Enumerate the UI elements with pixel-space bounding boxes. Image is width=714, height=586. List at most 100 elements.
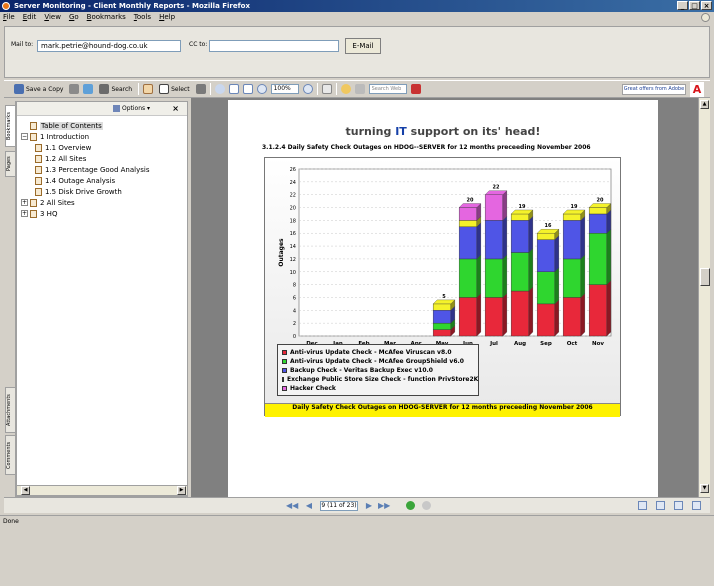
bar-total-label: 19 <box>519 204 526 210</box>
cloud-icon[interactable] <box>354 84 365 94</box>
bar-segment-side <box>580 216 585 260</box>
legend-swatch <box>282 350 287 355</box>
next-page-icon[interactable]: ▶ <box>364 501 374 511</box>
bookmark-item[interactable]: +3 HQ <box>21 208 181 219</box>
x-tick-label: Sep <box>540 341 552 347</box>
legend-swatch <box>282 359 287 364</box>
bookmark-item[interactable]: − 1 Introduction <box>21 131 181 142</box>
bookmark-item[interactable]: +2 All Sites <box>21 197 181 208</box>
scroll-right-arrow-icon[interactable]: ▶ <box>177 486 186 495</box>
actual-size-icon[interactable] <box>228 84 239 94</box>
y-tick-label: 10 <box>290 270 296 276</box>
tab-comments[interactable]: Comments <box>5 435 16 475</box>
bar-segment-side <box>528 216 533 253</box>
bar-segment <box>536 233 556 240</box>
activity-throbber-icon <box>701 13 710 22</box>
close-button[interactable]: × <box>701 1 712 10</box>
adobe-offers-link[interactable]: Great offers from Adobe <box>622 84 686 95</box>
select-label: Select <box>171 85 190 93</box>
bar-top <box>536 229 560 234</box>
continuous-facing-layout-icon[interactable] <box>692 501 701 510</box>
tab-attachments[interactable]: Attachments <box>5 387 16 433</box>
rotate-icon[interactable] <box>321 84 332 94</box>
bar-top <box>562 209 586 215</box>
close-pane-button[interactable]: × <box>172 104 179 113</box>
facing-layout-icon[interactable] <box>674 501 683 510</box>
bar-segment <box>536 271 556 305</box>
zoom-level-field[interactable]: 100% <box>270 84 299 94</box>
cc-input[interactable] <box>209 40 339 52</box>
go-back-icon[interactable] <box>406 501 415 510</box>
bookmark-item[interactable]: Table of Contents <box>21 120 181 131</box>
scroll-left-arrow-icon[interactable]: ◀ <box>21 486 30 495</box>
mail-to-input[interactable]: mark.petrie@hound-dog.co.uk <box>37 40 181 52</box>
window-controls: _ □ × <box>677 1 712 10</box>
smiley-icon[interactable] <box>340 84 351 94</box>
bookmark-item[interactable]: 1.4 Outage Analysis <box>21 175 181 186</box>
snapshot-icon[interactable] <box>195 84 206 94</box>
options-menu[interactable]: Options ▾ <box>122 105 150 112</box>
menu-view[interactable]: View <box>44 12 61 23</box>
menu-edit[interactable]: Edit <box>23 12 37 23</box>
fit-page-icon[interactable] <box>242 84 253 94</box>
bookmark-item[interactable]: 1.1 Overview <box>21 142 181 153</box>
zoom-in-icon[interactable] <box>302 84 313 94</box>
bar-segment-side <box>476 293 481 337</box>
bookmark-item[interactable]: 1.5 Disk Drive Growth <box>21 186 181 197</box>
bookmark-item[interactable]: 1.3 Percentage Good Analysis <box>21 164 181 175</box>
bookmarks-horizontal-scrollbar[interactable]: ◀ ▶ <box>16 485 188 496</box>
last-page-icon[interactable]: ▶▶ <box>378 501 390 511</box>
select-button[interactable]: Select <box>157 82 192 96</box>
legend-entry: Hacker Check <box>282 384 474 393</box>
save-copy-button[interactable]: Save a Copy <box>12 82 65 96</box>
scroll-down-arrow-icon[interactable]: ▼ <box>700 484 709 493</box>
search-web-input[interactable]: Search Web <box>368 84 407 94</box>
status-bar: Done <box>0 515 714 527</box>
hand-tool-icon[interactable] <box>143 84 154 94</box>
expand-toggle-icon[interactable]: − <box>21 133 28 140</box>
bookmark-icon <box>30 121 37 130</box>
email-icon[interactable] <box>83 84 94 94</box>
bar-top <box>588 203 612 208</box>
document-vertical-scrollbar[interactable]: ▲ ▼ <box>698 98 710 497</box>
legend-entry: Exchange Public Store Size Check - funct… <box>282 375 478 384</box>
bar-segment-side <box>606 228 611 285</box>
bar-segment-side <box>606 280 611 337</box>
tab-bookmarks[interactable]: Bookmarks <box>5 105 16 147</box>
zoom-out-icon[interactable] <box>256 84 267 94</box>
expand-toggle-icon[interactable]: + <box>21 199 28 206</box>
search-button[interactable]: Search <box>97 82 134 96</box>
expand-toggle-icon[interactable]: + <box>21 210 28 217</box>
previous-page-icon[interactable]: ◀ <box>304 501 314 511</box>
menu-tools[interactable]: Tools <box>134 12 151 23</box>
zoom-icon[interactable] <box>214 84 225 94</box>
single-page-layout-icon[interactable] <box>638 501 647 510</box>
first-page-icon[interactable]: ◀◀ <box>286 501 298 511</box>
yahoo-icon[interactable] <box>410 84 421 94</box>
menu-file[interactable]: File <box>3 12 15 23</box>
maximize-button[interactable]: □ <box>689 1 700 10</box>
toolbar-separator <box>209 83 211 95</box>
pdf-toolbar: Save a Copy Search Select 100% Search We… <box>4 80 710 98</box>
scroll-up-arrow-icon[interactable]: ▲ <box>700 100 709 109</box>
y-tick-label: 8 <box>293 283 296 289</box>
bar-segment-side <box>476 254 481 298</box>
page-number-field[interactable]: 9 (11 of 23) <box>320 501 358 511</box>
legend-label: Anti-virus Update Check - McAfee Virusca… <box>290 349 452 356</box>
go-forward-icon[interactable] <box>422 501 431 510</box>
menu-bookmarks[interactable]: Bookmarks <box>87 12 126 23</box>
bar-segment <box>562 297 582 337</box>
page-title-post: support on its' head! <box>406 125 541 138</box>
minimize-button[interactable]: _ <box>677 1 688 10</box>
bookmark-item[interactable]: 1.2 All Sites <box>21 153 181 164</box>
email-button[interactable]: E-Mail <box>345 38 381 54</box>
bookmark-icon <box>30 209 37 218</box>
print-icon[interactable] <box>69 84 80 94</box>
menu-go[interactable]: Go <box>69 12 79 23</box>
menu-help[interactable]: Help <box>159 12 175 23</box>
continuous-layout-icon[interactable] <box>656 501 665 510</box>
legend-label: Exchange Public Store Size Check - funct… <box>287 376 479 383</box>
bar-segment <box>510 290 530 337</box>
tab-pages[interactable]: Pages <box>5 151 16 177</box>
scroll-thumb[interactable] <box>700 268 710 286</box>
